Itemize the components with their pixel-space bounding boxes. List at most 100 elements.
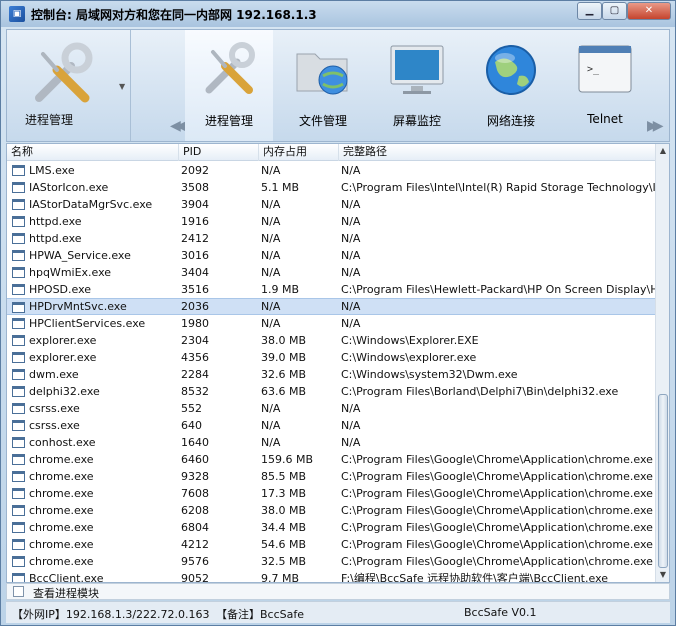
process-name: chrome.exe <box>29 453 94 466</box>
process-pid: 9576 <box>181 555 209 568</box>
process-path: N/A <box>341 419 361 432</box>
show-modules-label: 查看进程模块 <box>33 587 99 600</box>
table-row[interactable]: HPClientServices.exe 1980 N/A N/A <box>7 315 655 332</box>
process-pid: 2304 <box>181 334 209 347</box>
globe-icon <box>486 45 536 95</box>
process-memory: 54.6 MB <box>261 538 307 551</box>
tool-screen-monitor[interactable]: 屏幕监控 <box>373 30 461 141</box>
table-row[interactable]: chrome.exe 9328 85.5 MB C:\Program Files\Go… <box>7 468 655 485</box>
process-list[interactable]: 名称 PID 内存占用 完整路径 LMS.exe 2092 N/A N/A IAStor… <box>6 143 670 583</box>
process-memory: N/A <box>261 436 281 449</box>
process-pid: 2092 <box>181 164 209 177</box>
process-path: N/A <box>341 300 361 313</box>
scroll-down-icon[interactable]: ▼ <box>656 568 669 582</box>
table-row[interactable]: chrome.exe 6208 38.0 MB C:\Program Files\Go… <box>7 502 655 519</box>
process-path: C:\Program Files\Google\Chrome\Applicati… <box>341 470 653 483</box>
table-row[interactable]: chrome.exe 4212 54.6 MB C:\Program Files\Go… <box>7 536 655 553</box>
table-row[interactable]: HPWA_Service.exe 3016 N/A N/A <box>7 247 655 264</box>
tool-file-manager[interactable]: 文件管理 <box>279 30 367 141</box>
table-row[interactable]: explorer.exe 4356 39.0 MB C:\Windows\explor… <box>7 349 655 366</box>
process-path: N/A <box>341 317 361 330</box>
process-window-icon <box>12 437 25 448</box>
scrollbar-thumb[interactable] <box>658 394 668 568</box>
process-window-icon <box>12 488 25 499</box>
process-name: delphi32.exe <box>29 385 100 398</box>
process-window-icon <box>12 522 25 533</box>
process-path: C:\Program Files\Google\Chrome\Applicati… <box>341 521 653 534</box>
process-path: C:\Program Files\Google\Chrome\Applicati… <box>341 487 653 500</box>
process-memory: 5.1 MB <box>261 181 300 194</box>
process-memory: 38.0 MB <box>261 334 307 347</box>
table-row[interactable]: explorer.exe 2304 38.0 MB C:\Windows\Explor… <box>7 332 655 349</box>
table-row[interactable]: csrss.exe 552 N/A N/A <box>7 400 655 417</box>
process-name: LMS.exe <box>29 164 75 177</box>
scroll-right-icon[interactable]: ▶▶ <box>647 118 663 134</box>
table-row[interactable]: chrome.exe 7608 17.3 MB C:\Program Files\Go… <box>7 485 655 502</box>
process-name: hpqWmiEx.exe <box>29 266 112 279</box>
process-pid: 4356 <box>181 351 209 364</box>
process-path: C:\Program Files\Google\Chrome\Applicati… <box>341 555 653 568</box>
process-window-icon <box>12 182 25 193</box>
table-row[interactable]: conhost.exe 1640 N/A N/A <box>7 434 655 451</box>
table-row[interactable]: dwm.exe 2284 32.6 MB C:\Windows\system32\Dw… <box>7 366 655 383</box>
table-row[interactable]: csrss.exe 640 N/A N/A <box>7 417 655 434</box>
table-row[interactable]: HPDrvMntSvc.exe 2036 N/A N/A <box>7 298 655 315</box>
process-window-icon <box>12 454 25 465</box>
process-path: N/A <box>341 402 361 415</box>
scroll-left-icon[interactable]: ◀◀ <box>170 118 186 134</box>
process-window-icon <box>12 471 25 482</box>
table-row[interactable]: BccClient.exe 9052 9.7 MB F:\编程\BccSafe 远程协… <box>7 570 655 583</box>
process-name: HPClientServices.exe <box>29 317 146 330</box>
list-rows: LMS.exe 2092 N/A N/A IAStorIcon.exe 3508 5.1 M… <box>7 162 655 583</box>
status-note: 【备注】BccSafe <box>216 608 305 621</box>
table-row[interactable]: chrome.exe 6804 34.4 MB C:\Program Files\Go… <box>7 519 655 536</box>
table-row[interactable]: hpqWmiEx.exe 3404 N/A N/A <box>7 264 655 281</box>
table-row[interactable]: HPOSD.exe 3516 1.9 MB C:\Program Files\Hewl… <box>7 281 655 298</box>
process-name: csrss.exe <box>29 402 80 415</box>
scroll-up-icon[interactable]: ▲ <box>656 144 669 158</box>
maximize-button[interactable]: ▢ <box>602 2 627 20</box>
terminal-icon: >_ <box>578 45 632 93</box>
table-row[interactable]: LMS.exe 2092 N/A N/A <box>7 162 655 179</box>
show-modules-checkbox[interactable] <box>13 586 24 597</box>
table-row[interactable]: IAStorIcon.exe 3508 5.1 MB C:\Program Files… <box>7 179 655 196</box>
tool-label: Telnet <box>587 112 623 126</box>
table-row[interactable]: chrome.exe 9576 32.5 MB C:\Program Files\Go… <box>7 553 655 570</box>
column-header-memory[interactable]: 内存占用 <box>259 144 339 161</box>
process-memory: N/A <box>261 164 281 177</box>
process-name: chrome.exe <box>29 470 94 483</box>
tool-network-connections[interactable]: 网络连接 <box>467 30 555 141</box>
column-header-path[interactable]: 完整路径 <box>339 144 655 161</box>
process-pid: 3508 <box>181 181 209 194</box>
table-row[interactable]: IAStorDataMgrSvc.exe 3904 N/A N/A <box>7 196 655 213</box>
process-memory: N/A <box>261 249 281 262</box>
title-bar[interactable]: ▣ 控制台: 局域网对方和您在同一内部网 192.168.1.3 ▁ ▢ ✕ <box>1 1 675 27</box>
process-pid: 9052 <box>181 572 209 583</box>
process-memory: 17.3 MB <box>261 487 307 500</box>
process-name: httpd.exe <box>29 215 82 228</box>
column-header-name[interactable]: 名称 <box>7 144 179 161</box>
process-window-icon <box>12 403 25 414</box>
table-row[interactable]: delphi32.exe 8532 63.6 MB C:\Program Files\… <box>7 383 655 400</box>
process-memory: 63.6 MB <box>261 385 307 398</box>
process-memory: 38.0 MB <box>261 504 307 517</box>
process-name: chrome.exe <box>29 504 94 517</box>
close-button[interactable]: ✕ <box>627 2 671 20</box>
chevron-down-icon[interactable]: ▼ <box>119 82 125 91</box>
process-path: C:\Windows\Explorer.EXE <box>341 334 479 347</box>
process-pid: 2412 <box>181 232 209 245</box>
process-pid: 2036 <box>181 300 209 313</box>
process-memory: 1.9 MB <box>261 283 300 296</box>
tool-process-manager[interactable]: 进程管理 <box>185 30 273 141</box>
process-pid: 640 <box>181 419 202 432</box>
process-name: HPOSD.exe <box>29 283 92 296</box>
column-header-pid[interactable]: PID <box>179 144 259 161</box>
tool-telnet[interactable]: >_ Telnet <box>561 30 649 141</box>
table-row[interactable]: httpd.exe 2412 N/A N/A <box>7 230 655 247</box>
minimize-button[interactable]: ▁ <box>577 2 602 20</box>
vertical-scrollbar[interactable]: ▲ ▼ <box>655 144 669 582</box>
table-row[interactable]: chrome.exe 6460 159.6 MB C:\Program Files\G… <box>7 451 655 468</box>
main-tool-button[interactable]: 进程管理 ▼ <box>7 30 131 141</box>
table-row[interactable]: httpd.exe 1916 N/A N/A <box>7 213 655 230</box>
app-icon: ▣ <box>9 6 25 22</box>
